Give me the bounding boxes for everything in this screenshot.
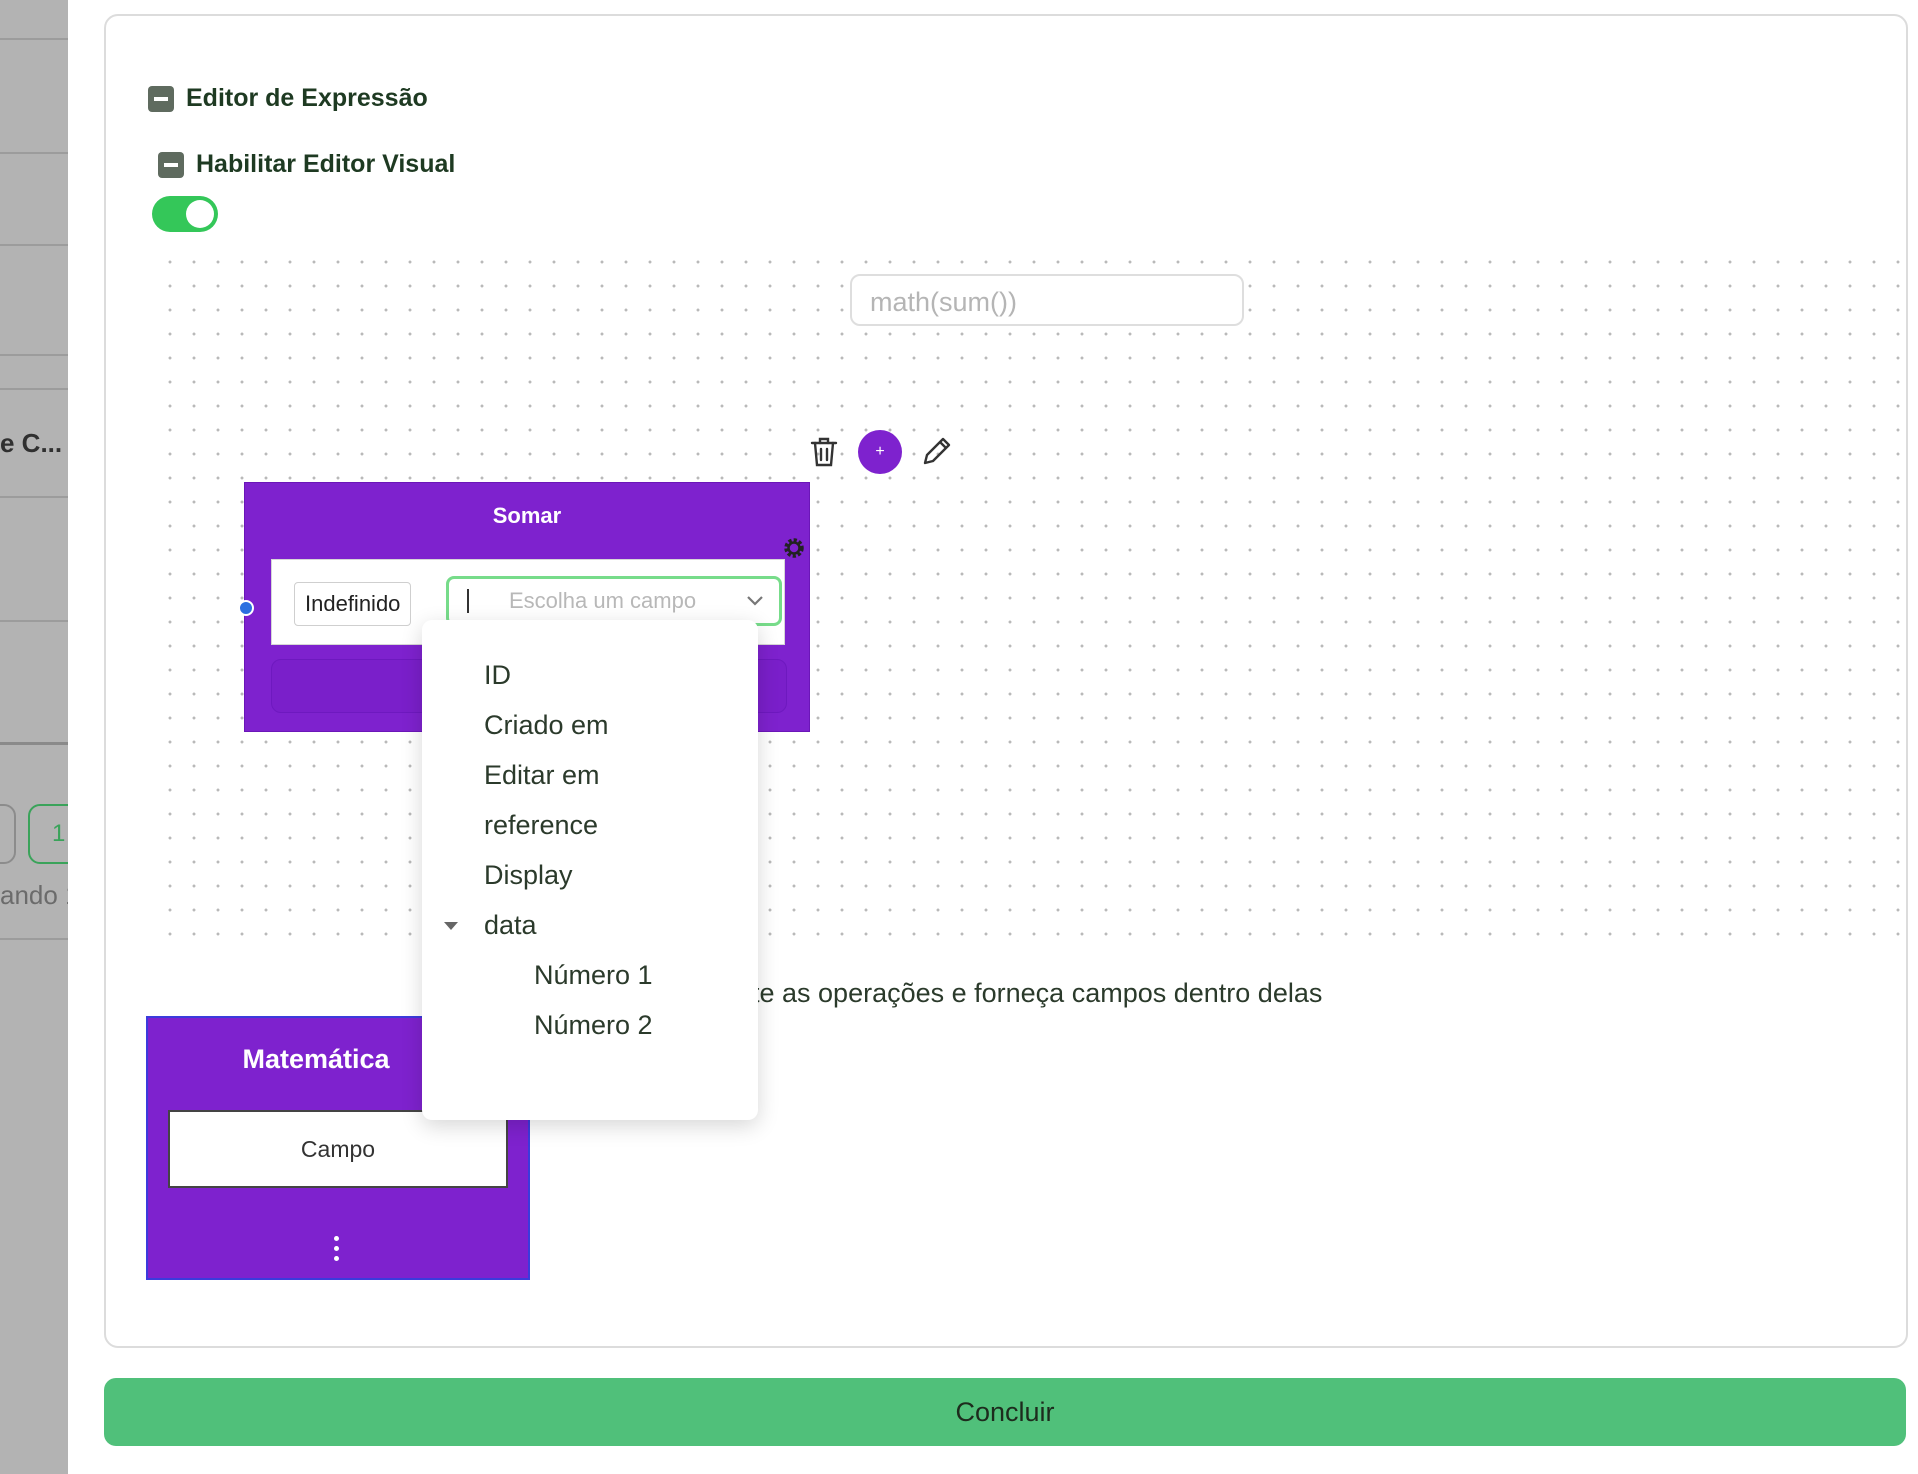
hint-text: te as operações e forneça campos dentro … bbox=[752, 978, 1323, 1008]
concluir-button[interactable]: Concluir bbox=[104, 1378, 1906, 1446]
dropdown-option[interactable]: Criado em bbox=[484, 710, 609, 741]
field-select-placeholder: Escolha um campo bbox=[509, 588, 697, 613]
field-select[interactable]: Escolha um campo bbox=[446, 576, 782, 626]
node-toolbar: + bbox=[804, 430, 956, 474]
divider bbox=[0, 244, 68, 246]
pagination-button[interactable] bbox=[0, 804, 16, 864]
divider bbox=[0, 38, 68, 40]
divider bbox=[0, 152, 68, 154]
visual-editor-header[interactable]: Habilitar Editor Visual bbox=[158, 150, 455, 179]
chevron-down-icon bbox=[747, 596, 763, 606]
pagination-info: ando 1 bbox=[0, 880, 68, 910]
expression-editor-header[interactable]: Editor de Expressão bbox=[148, 84, 428, 113]
expression-input[interactable]: math(sum()) bbox=[850, 274, 1244, 326]
divider bbox=[0, 496, 68, 498]
trash-icon bbox=[810, 437, 838, 467]
toggle-knob bbox=[186, 200, 214, 228]
divider bbox=[0, 620, 68, 622]
delete-node-button[interactable] bbox=[804, 432, 844, 472]
plus-icon: + bbox=[875, 443, 885, 460]
sum-node-title: Somar bbox=[492, 503, 562, 528]
add-node-button[interactable]: + bbox=[858, 430, 902, 474]
dropdown-option[interactable]: reference bbox=[484, 810, 598, 841]
expand-arrow-icon[interactable] bbox=[444, 922, 458, 930]
edit-node-button[interactable] bbox=[916, 432, 956, 472]
visual-editor-label: Habilitar Editor Visual bbox=[196, 150, 456, 178]
divider bbox=[0, 388, 68, 390]
gear-icon[interactable] bbox=[781, 535, 807, 561]
dropdown-option[interactable]: Número 2 bbox=[534, 1010, 653, 1041]
text-caret bbox=[467, 589, 469, 613]
dropdown-option[interactable]: ID bbox=[484, 660, 511, 691]
divider bbox=[0, 742, 68, 745]
dropdown-option[interactable]: Editar em bbox=[484, 760, 600, 791]
field-slot[interactable]: Campo bbox=[168, 1110, 508, 1188]
more-options-icon[interactable] bbox=[334, 1236, 339, 1261]
collapse-icon[interactable] bbox=[148, 85, 174, 112]
pencil-icon bbox=[923, 437, 951, 465]
background-page: e C... 1 ando 1 bbox=[0, 0, 68, 1474]
collapse-icon[interactable] bbox=[158, 151, 184, 178]
expression-editor-title: Editor de Expressão bbox=[186, 84, 428, 112]
divider bbox=[0, 354, 68, 356]
dropdown-group-data[interactable]: data bbox=[484, 910, 537, 941]
field-dropdown-menu: ID Criado em Editar em reference Display… bbox=[422, 620, 758, 1120]
visual-editor-toggle[interactable] bbox=[152, 196, 218, 232]
truncated-row-label: e C... bbox=[0, 428, 63, 458]
dropdown-option[interactable]: Número 1 bbox=[534, 960, 653, 991]
connection-handle[interactable] bbox=[238, 600, 254, 616]
type-badge: Indefinido bbox=[294, 582, 412, 626]
dropdown-option[interactable]: Display bbox=[484, 860, 573, 891]
pagination-page-button[interactable]: 1 bbox=[28, 804, 68, 864]
divider bbox=[0, 938, 68, 940]
